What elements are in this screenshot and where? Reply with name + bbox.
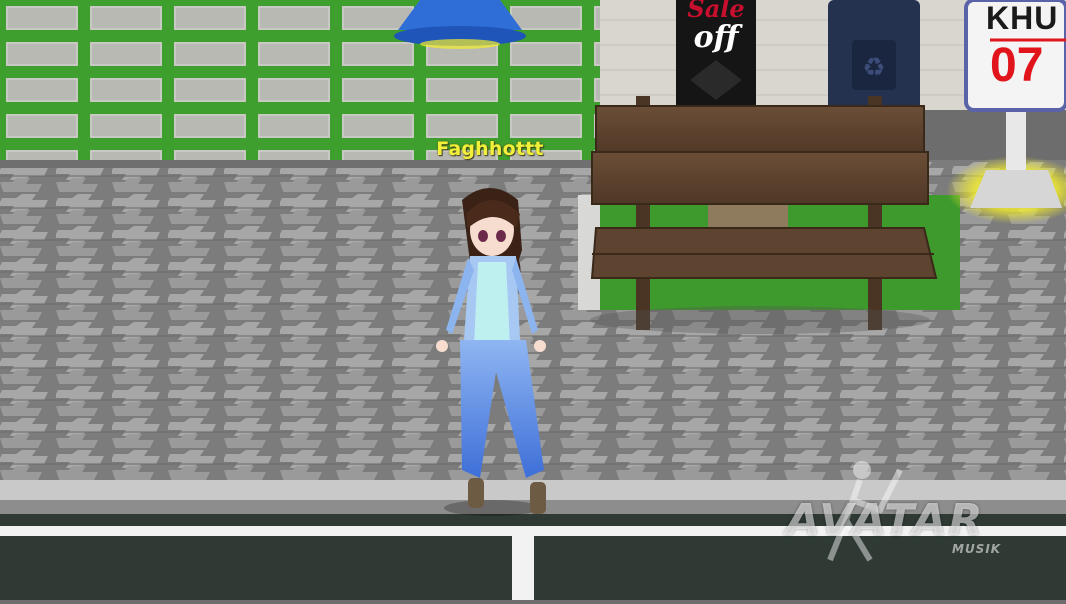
watermark-subtitle: MUSIK [952,542,1002,556]
road-line-vertical [512,526,534,600]
sale-banner-subtext: off [693,20,739,55]
street-sign-number: 07 [990,39,1044,92]
player-nametag: Faghhottt [436,138,544,160]
watermark-title: AVATAR [786,495,985,546]
street-sign-label: KHU [986,0,1059,36]
sign-pole-base [970,170,1062,208]
bin-logo-icon: ♻ [862,53,885,83]
lawn-edge [0,160,600,168]
bench-shadow [590,306,930,334]
game-scene: ♻ Faghhottt Sale off KHU 07 AVATAR MUSIK [0,0,1066,600]
lamp-glow [420,39,500,49]
